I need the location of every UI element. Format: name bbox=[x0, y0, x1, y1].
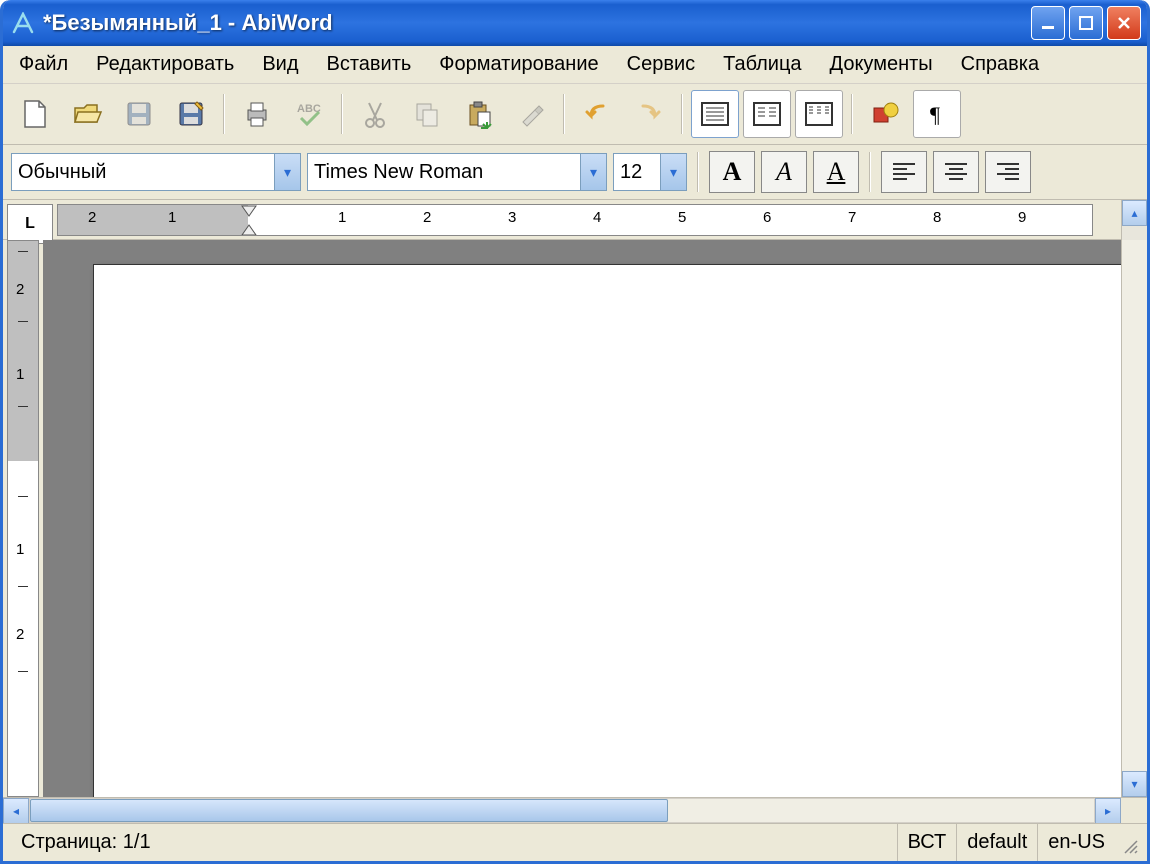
cut-button[interactable] bbox=[351, 90, 399, 138]
dropdown-arrow-icon[interactable]: ▾ bbox=[274, 154, 300, 190]
scroll-right-button[interactable]: ▸ bbox=[1095, 798, 1121, 823]
horizontal-scrollbar[interactable] bbox=[29, 798, 1095, 823]
open-button[interactable] bbox=[63, 90, 111, 138]
style-value: Обычный bbox=[18, 161, 106, 184]
left-indent-marker[interactable] bbox=[240, 223, 258, 236]
statusbar: Страница: 1/1 ВСТ default en-US bbox=[3, 823, 1147, 861]
menubar: Файл Редактировать Вид Вставить Форматир… bbox=[3, 46, 1147, 84]
font-combo[interactable]: Times New Roman ▾ bbox=[307, 153, 607, 191]
ruler-tick: 2 bbox=[88, 209, 96, 226]
zoom-multipage-button[interactable] bbox=[795, 90, 843, 138]
menu-file[interactable]: Файл bbox=[11, 49, 76, 80]
toolbar-separator bbox=[223, 94, 225, 134]
titlebar[interactable]: *Безымянный_1 - AbiWord bbox=[3, 0, 1147, 46]
toolbar-separator bbox=[697, 152, 699, 192]
page[interactable] bbox=[93, 264, 1121, 797]
menu-tools[interactable]: Сервис bbox=[619, 49, 704, 80]
menu-format[interactable]: Форматирование bbox=[431, 49, 606, 80]
svg-text:¶: ¶ bbox=[930, 102, 940, 126]
scroll-left-button[interactable]: ◂ bbox=[3, 798, 29, 823]
font-size-value: 12 bbox=[620, 161, 642, 184]
toolbar-separator bbox=[341, 94, 343, 134]
status-style: default bbox=[956, 824, 1037, 861]
zoom-width-button[interactable] bbox=[691, 90, 739, 138]
ruler-tick: 3 bbox=[508, 209, 516, 226]
app-window: *Безымянный_1 - AbiWord Файл Редактирова… bbox=[0, 0, 1150, 864]
menu-help[interactable]: Справка bbox=[953, 49, 1047, 80]
underline-button[interactable]: A bbox=[813, 151, 859, 193]
paste-button[interactable] bbox=[455, 90, 503, 138]
align-center-button[interactable] bbox=[933, 151, 979, 193]
redo-button[interactable] bbox=[625, 90, 673, 138]
toolbar-separator bbox=[681, 94, 683, 134]
status-page: Страница: 1/1 bbox=[11, 824, 897, 861]
status-insert-mode[interactable]: ВСТ bbox=[897, 824, 957, 861]
menu-documents[interactable]: Документы bbox=[822, 49, 941, 80]
toolbar-separator bbox=[563, 94, 565, 134]
ruler-tick: 7 bbox=[848, 209, 856, 226]
font-value: Times New Roman bbox=[314, 161, 483, 184]
ruler-tick: 2 bbox=[423, 209, 431, 226]
document-area[interactable] bbox=[43, 240, 1121, 797]
italic-button[interactable]: A bbox=[761, 151, 807, 193]
ruler-tick: 1 bbox=[338, 209, 346, 226]
scroll-up-button[interactable]: ▴ bbox=[1122, 200, 1147, 226]
minimize-button[interactable] bbox=[1031, 6, 1065, 40]
font-size-combo[interactable]: 12 ▾ bbox=[613, 153, 687, 191]
standard-toolbar: ABC bbox=[3, 84, 1147, 145]
format-painter-button[interactable] bbox=[507, 90, 555, 138]
menu-view[interactable]: Вид bbox=[254, 49, 306, 80]
copy-button[interactable] bbox=[403, 90, 451, 138]
workspace: L 2 1 1 2 3 4 5 6 7 8 9 10 ▴ bbox=[3, 200, 1147, 823]
shapes-button[interactable] bbox=[861, 90, 909, 138]
ruler-tick: 5 bbox=[678, 209, 686, 226]
ruler-tick: 8 bbox=[933, 209, 941, 226]
new-button[interactable] bbox=[11, 90, 59, 138]
style-combo[interactable]: Обычный ▾ bbox=[11, 153, 301, 191]
ruler-tick: 9 bbox=[1018, 209, 1026, 226]
menu-insert[interactable]: Вставить bbox=[319, 49, 420, 80]
first-line-indent-marker[interactable] bbox=[240, 204, 258, 218]
dropdown-arrow-icon[interactable]: ▾ bbox=[580, 154, 606, 190]
toolbar-separator bbox=[851, 94, 853, 134]
save-as-button[interactable] bbox=[167, 90, 215, 138]
zoom-page-button[interactable] bbox=[743, 90, 791, 138]
ruler-tick: 4 bbox=[593, 209, 601, 226]
ruler-tick: 6 bbox=[763, 209, 771, 226]
spellcheck-button[interactable]: ABC bbox=[285, 90, 333, 138]
scroll-down-button[interactable]: ▾ bbox=[1122, 771, 1147, 797]
status-language[interactable]: en-US bbox=[1037, 824, 1115, 861]
tab-stop-glyph: L bbox=[25, 215, 35, 233]
paragraph-marks-button[interactable]: ¶ bbox=[913, 90, 961, 138]
scroll-thumb[interactable] bbox=[30, 799, 668, 822]
app-icon bbox=[11, 11, 35, 35]
ruler-tick: 1 bbox=[16, 366, 24, 383]
formatting-toolbar: Обычный ▾ Times New Roman ▾ 12 ▾ A A A bbox=[3, 145, 1147, 200]
align-right-button[interactable] bbox=[985, 151, 1031, 193]
print-button[interactable] bbox=[233, 90, 281, 138]
menu-table[interactable]: Таблица bbox=[715, 49, 809, 80]
ruler-tick: 2 bbox=[16, 626, 24, 643]
ruler-tick: 1 bbox=[16, 541, 24, 558]
close-button[interactable] bbox=[1107, 6, 1141, 40]
ruler-tick: 2 bbox=[16, 281, 24, 298]
undo-button[interactable] bbox=[573, 90, 621, 138]
maximize-button[interactable] bbox=[1069, 6, 1103, 40]
dropdown-arrow-icon[interactable]: ▾ bbox=[660, 154, 686, 190]
horizontal-ruler[interactable]: 2 1 1 2 3 4 5 6 7 8 9 10 bbox=[57, 204, 1093, 236]
resize-grip[interactable] bbox=[1115, 831, 1139, 855]
window-title: *Безымянный_1 - AbiWord bbox=[43, 10, 333, 36]
vertical-scrollbar[interactable]: ▾ bbox=[1121, 240, 1147, 797]
align-left-button[interactable] bbox=[881, 151, 927, 193]
save-button[interactable] bbox=[115, 90, 163, 138]
menu-edit[interactable]: Редактировать bbox=[88, 49, 242, 80]
ruler-tick: 1 bbox=[168, 209, 176, 226]
bold-button[interactable]: A bbox=[709, 151, 755, 193]
tab-stop-selector[interactable]: L bbox=[7, 204, 53, 244]
vertical-ruler[interactable]: 2 1 1 2 bbox=[7, 240, 39, 797]
toolbar-separator bbox=[869, 152, 871, 192]
